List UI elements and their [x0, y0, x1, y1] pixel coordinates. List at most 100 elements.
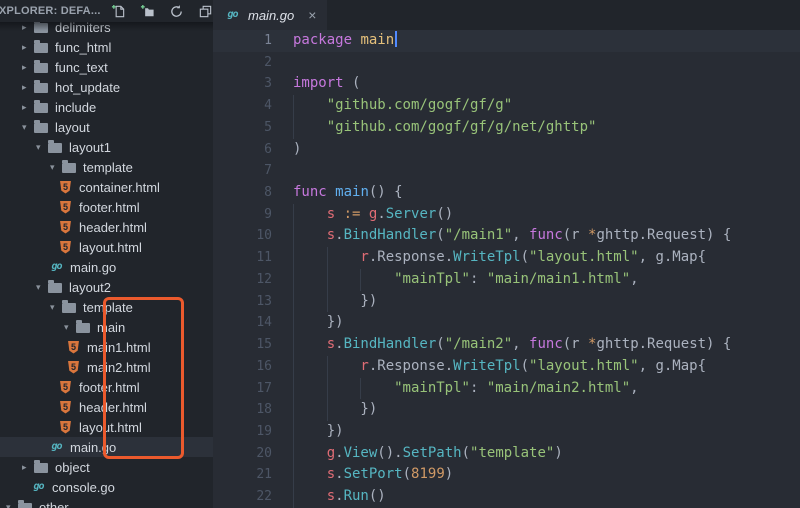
indent-guide — [293, 464, 327, 486]
tree-item-include[interactable]: ▸include — [0, 97, 213, 117]
code-line[interactable]: 7 — [213, 160, 800, 182]
line-number: 15 — [213, 334, 272, 356]
tree-item-footer-html[interactable]: 5footer.html — [0, 377, 213, 397]
indent-guide — [293, 443, 327, 465]
line-number: 7 — [213, 160, 272, 182]
line-number: 5 — [213, 117, 272, 139]
line-number: 17 — [213, 378, 272, 400]
tree-item-container-html[interactable]: 5 container.html — [0, 177, 213, 197]
tree-item-main[interactable]: ▾main — [0, 317, 213, 337]
line-number: 2 — [213, 52, 272, 74]
line-number: 9 — [213, 204, 272, 226]
explorer-sidebar: ▸delimiters▸func_html▸func_text▸hot_upda… — [0, 0, 213, 508]
tree-item-layout2[interactable]: ▾layout2 — [0, 277, 213, 297]
tree-item-template[interactable]: ▾template — [0, 157, 213, 177]
code-line[interactable]: 21s.SetPort(8199) — [213, 464, 800, 486]
new-folder-icon[interactable] — [140, 3, 156, 19]
code-line[interactable]: 10s.BindHandler("/main1", func(r *ghttp.… — [213, 225, 800, 247]
code-line[interactable]: 11r.Response.WriteTpl("layout.html", g.M… — [213, 247, 800, 269]
html-file-icon: 5 — [60, 181, 71, 194]
code-line[interactable]: 4"github.com/gogf/gf/g" — [213, 95, 800, 117]
tree-item-object[interactable]: ▸object — [0, 457, 213, 477]
explorer-actions — [111, 3, 213, 19]
tree-item-main-go[interactable]: gomain.go — [0, 437, 213, 457]
line-number: 12 — [213, 269, 272, 291]
tree-item-layout-html[interactable]: 5layout.html — [0, 237, 213, 257]
code-line[interactable]: 3import ( — [213, 73, 800, 95]
tree-item-main-go[interactable]: gomain.go — [0, 257, 213, 277]
tree-item-console-go[interactable]: goconsole.go — [0, 477, 213, 497]
collapse-all-icon[interactable] — [198, 3, 213, 19]
folder-icon — [34, 103, 48, 113]
code-line[interactable]: 6) — [213, 139, 800, 161]
code-line[interactable]: 9s := g.Server() — [213, 204, 800, 226]
code-line[interactable]: 12"mainTpl": "main/main1.html", — [213, 269, 800, 291]
tree-item-label: template — [83, 160, 133, 175]
indent-guide — [293, 247, 327, 269]
code-line[interactable]: 15s.BindHandler("/main2", func(r *ghttp.… — [213, 334, 800, 356]
go-file-icon: go — [224, 0, 241, 30]
tree-item-label: header.html — [79, 220, 147, 235]
indent-guide — [327, 356, 361, 378]
tab-label: main.go — [248, 8, 294, 23]
chevron-down-icon: ▾ — [6, 497, 18, 508]
tree-item-header-html[interactable]: 5header.html — [0, 397, 213, 417]
code-line[interactable]: 13}) — [213, 291, 800, 313]
code-line[interactable]: 1package main — [213, 30, 800, 52]
refresh-icon[interactable] — [169, 3, 185, 19]
code-line[interactable]: 18}) — [213, 399, 800, 421]
code-line[interactable]: 22s.Run() — [213, 486, 800, 508]
tab-main-go[interactable]: go main.go × — [213, 0, 327, 30]
line-content: }) — [272, 312, 800, 334]
tree-item-label: main.go — [70, 260, 116, 275]
chevron-down-icon: ▾ — [50, 297, 62, 317]
tab-bar: go main.go × — [213, 0, 800, 30]
line-content: }) — [272, 421, 800, 443]
tree-item-label: main.go — [70, 440, 116, 455]
tree-item-label: func_html — [55, 40, 111, 55]
indent-guide — [293, 204, 327, 226]
folder-icon — [34, 463, 48, 473]
explorer-header: XPLORER: DEFA... — [0, 0, 213, 22]
tree-item-func_html[interactable]: ▸func_html — [0, 37, 213, 57]
tree-item-footer-html[interactable]: 5footer.html — [0, 197, 213, 217]
tree-item-label: main2.html — [87, 360, 151, 375]
tree-item-layout[interactable]: ▾layout — [0, 117, 213, 137]
new-file-icon[interactable] — [111, 3, 127, 19]
line-content: import ( — [272, 73, 800, 95]
code-line[interactable]: 20g.View().SetPath("template") — [213, 443, 800, 465]
close-icon[interactable]: × — [308, 0, 316, 30]
indent-guide — [293, 486, 327, 508]
tree-item-header-html[interactable]: 5 header.html — [0, 217, 213, 237]
code-line[interactable]: 17"mainTpl": "main/main2.html", — [213, 378, 800, 400]
html-file-icon: 5 — [68, 341, 79, 354]
code-line[interactable]: 2 — [213, 52, 800, 74]
tree-item-layout-html[interactable]: 5layout.html — [0, 417, 213, 437]
indent-guide — [293, 117, 327, 139]
code-line[interactable]: 16r.Response.WriteTpl("layout.html", g.M… — [213, 356, 800, 378]
tree-item-label: template — [83, 300, 133, 315]
tree-item-main2-html[interactable]: 5main2.html — [0, 357, 213, 377]
editor-group: go main.go × 1package main23import (4"gi… — [213, 0, 800, 508]
tree-item-label: object — [55, 460, 90, 475]
tree-item-layout1[interactable]: ▾layout1 — [0, 137, 213, 157]
code-line[interactable]: 14}) — [213, 312, 800, 334]
line-content: "mainTpl": "main/main1.html", — [272, 269, 800, 291]
html-file-icon: 5 — [60, 381, 71, 394]
tree-item-label: other — [39, 500, 69, 508]
code-line[interactable]: 5"github.com/gogf/gf/g/net/ghttp" — [213, 117, 800, 139]
indent-guide — [327, 269, 361, 291]
tree-item-label: container.html — [79, 180, 160, 195]
tree-item-func_text[interactable]: ▸func_text — [0, 57, 213, 77]
tree-item-other[interactable]: ▾ other — [0, 497, 213, 508]
html-file-icon: 5 — [60, 221, 71, 234]
tree-item-main1-html[interactable]: 5main1.html — [0, 337, 213, 357]
code-line[interactable]: 8func main() { — [213, 182, 800, 204]
indent-guide — [327, 291, 361, 313]
code-line[interactable]: 19}) — [213, 421, 800, 443]
tree-item-template[interactable]: ▾ template — [0, 297, 213, 317]
line-number: 13 — [213, 291, 272, 313]
indent-guide — [293, 312, 327, 334]
code-lines[interactable]: 1package main23import (4"github.com/gogf… — [213, 30, 800, 508]
tree-item-hot_update[interactable]: ▸hot_update — [0, 77, 213, 97]
